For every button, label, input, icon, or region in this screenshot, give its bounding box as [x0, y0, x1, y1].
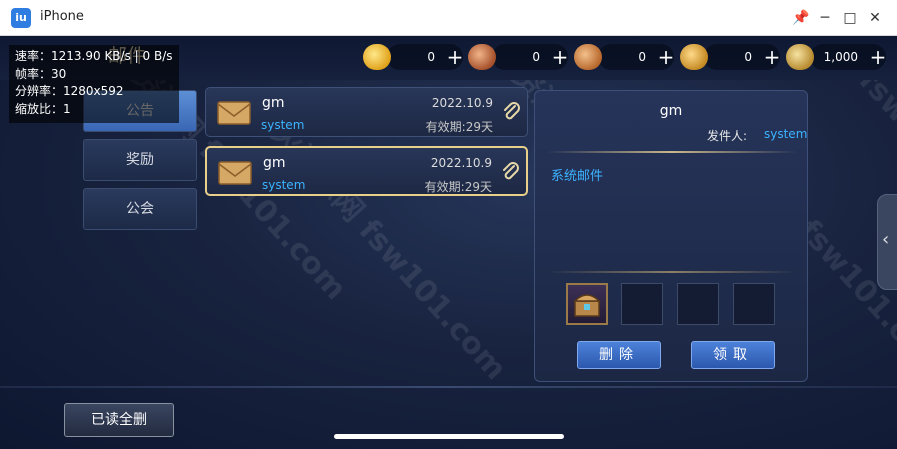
mail-date: 2022.10.9 — [431, 96, 493, 110]
detail-from-value: system — [764, 127, 808, 141]
detail-sender: gm — [659, 103, 683, 119]
scale-stat: 缩放比：1 — [15, 101, 71, 116]
tab-guild[interactable]: 公会 — [83, 188, 197, 230]
attachment-slot-treasure-chest[interactable] — [566, 283, 608, 325]
window-titlebar: iu iPhone 📌 ─ □ ✕ — [0, 0, 897, 36]
attachment-slot-empty — [621, 283, 663, 325]
bottom-divider — [0, 386, 897, 388]
detail-content: 系统邮件 — [551, 169, 604, 184]
mail-expiry: 有效期:29天 — [424, 180, 492, 194]
fps-stat: 帧率：30 — [15, 66, 67, 81]
gold-ingot-icon — [363, 44, 391, 70]
mail-subject: system — [262, 178, 306, 192]
side-panel-handle[interactable]: ‹ — [877, 194, 897, 290]
attachment-icon — [503, 162, 519, 180]
mail-date: 2022.10.9 — [430, 156, 492, 170]
detail-from-label: 发件人: — [707, 129, 748, 143]
mail-sender: gm — [263, 155, 286, 171]
pin-icon[interactable]: 📌 — [789, 6, 813, 30]
add-coin-stack-button[interactable]: + — [867, 46, 889, 68]
envelope-icon — [218, 161, 252, 185]
speed-stat: 速率：1213.90 KB/s | 0 B/s — [15, 49, 173, 63]
coin-icon — [680, 44, 708, 70]
maximize-icon[interactable]: □ — [838, 6, 862, 30]
divider — [547, 271, 797, 273]
add-coin-button[interactable]: + — [761, 46, 783, 68]
mail-sender: gm — [262, 95, 285, 111]
delete-button[interactable]: 删除 — [577, 341, 661, 369]
coin-stack-icon — [786, 44, 814, 70]
delete-all-read-button[interactable]: 已读全删 — [64, 403, 174, 437]
mail-subject: system — [261, 118, 305, 132]
treasure-chest-icon — [573, 294, 601, 317]
attachment-slot-empty — [733, 283, 775, 325]
add-gold-ingot-button[interactable]: + — [444, 46, 466, 68]
mail-item-selected[interactable]: gm system 2022.10.9 有效期:29天 — [205, 146, 528, 196]
home-indicator[interactable] — [334, 434, 564, 439]
attachment-icon — [504, 102, 520, 120]
attachment-slot-empty — [677, 283, 719, 325]
claim-button[interactable]: 领取 — [691, 341, 775, 369]
envelope-icon — [217, 101, 251, 125]
mail-item[interactable]: gm system 2022.10.9 有效期:29天 — [205, 87, 528, 137]
divider — [547, 151, 797, 153]
close-icon[interactable]: ✕ — [863, 6, 887, 30]
resolution-stat: 分辨率：1280x592 — [15, 84, 124, 98]
minimize-icon[interactable]: ─ — [813, 6, 837, 30]
window-title: iPhone — [40, 9, 84, 24]
add-locked-scroll-button[interactable]: + — [655, 46, 677, 68]
mail-expiry: 有效期:29天 — [425, 120, 493, 134]
performance-overlay: 速率：1213.90 KB/s | 0 B/s 帧率：30 分辨率：1280x5… — [9, 45, 179, 123]
add-red-scroll-button[interactable]: + — [549, 46, 571, 68]
chevron-left-icon: ‹ — [882, 229, 890, 250]
app-icon: iu — [11, 8, 31, 28]
red-scroll-icon — [468, 44, 496, 70]
tab-rewards[interactable]: 奖励 — [83, 139, 197, 181]
mail-detail-panel: gm 发件人: system 系统邮件 删除 领取 — [534, 90, 808, 382]
locked-scroll-icon — [574, 44, 602, 70]
